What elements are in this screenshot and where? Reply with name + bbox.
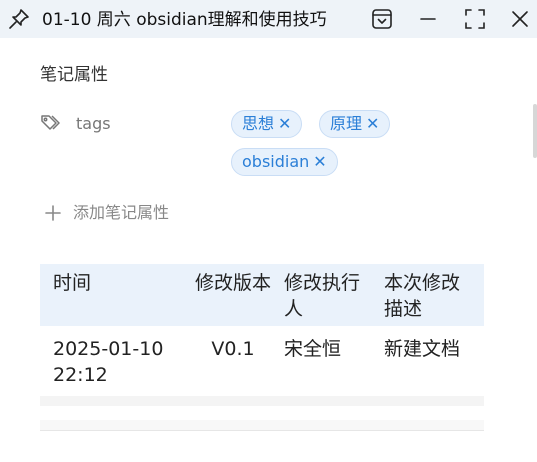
table-header-row: 时间 修改版本 修改执行人 本次修改描述 bbox=[40, 264, 484, 326]
column-header[interactable]: 修改执行人 bbox=[278, 264, 378, 326]
title-bar: 01-10 周六 obsidian理解和使用技巧 bbox=[0, 0, 537, 38]
maximize-icon[interactable] bbox=[463, 7, 487, 31]
plus-icon bbox=[44, 204, 62, 222]
properties-heading[interactable]: 笔记属性 bbox=[40, 62, 108, 88]
tag-remove-icon[interactable]: ✕ bbox=[278, 114, 291, 133]
table-cell[interactable]: 宋全恒 bbox=[278, 326, 378, 394]
column-header[interactable]: 本次修改描述 bbox=[378, 264, 484, 326]
tag-pill[interactable]: 原理 ✕ bbox=[319, 110, 391, 138]
tag-label: 原理 bbox=[330, 114, 363, 133]
tag-pill[interactable]: 思想 ✕ bbox=[231, 110, 303, 138]
window-title: 01-10 周六 obsidian理解和使用技巧 bbox=[42, 10, 327, 30]
tag-pill[interactable]: obsidian ✕ bbox=[231, 148, 338, 176]
close-icon[interactable] bbox=[508, 7, 532, 31]
property-key-tags[interactable]: tags bbox=[76, 112, 111, 136]
pin-icon[interactable] bbox=[8, 8, 30, 30]
column-header[interactable]: 时间 bbox=[40, 264, 188, 326]
table-row: 2025-01-10 22:12 V0.1 宋全恒 新建文档 bbox=[40, 326, 484, 394]
table-cell[interactable]: V0.1 bbox=[188, 326, 278, 394]
tag-label: obsidian bbox=[242, 152, 310, 171]
table-cell[interactable]: 新建文档 bbox=[378, 326, 484, 394]
tag-remove-icon[interactable]: ✕ bbox=[366, 114, 379, 133]
add-property-label: 添加笔记属性 bbox=[73, 203, 170, 222]
scrollbar-thumb[interactable] bbox=[533, 104, 537, 158]
table-cell[interactable]: 2025-01-10 22:12 bbox=[40, 326, 188, 394]
tags-icon bbox=[40, 113, 64, 133]
table-row[interactable] bbox=[40, 420, 484, 431]
tag-label: 思想 bbox=[242, 114, 275, 133]
tag-remove-icon[interactable]: ✕ bbox=[313, 152, 326, 171]
column-header[interactable]: 修改版本 bbox=[188, 264, 278, 326]
revision-table: 时间 修改版本 修改执行人 本次修改描述 2025-01-10 22:12 V0… bbox=[40, 264, 484, 394]
note-menu-dropdown-icon[interactable] bbox=[370, 7, 394, 31]
table-row[interactable] bbox=[40, 396, 484, 406]
minimize-icon[interactable] bbox=[416, 7, 440, 31]
